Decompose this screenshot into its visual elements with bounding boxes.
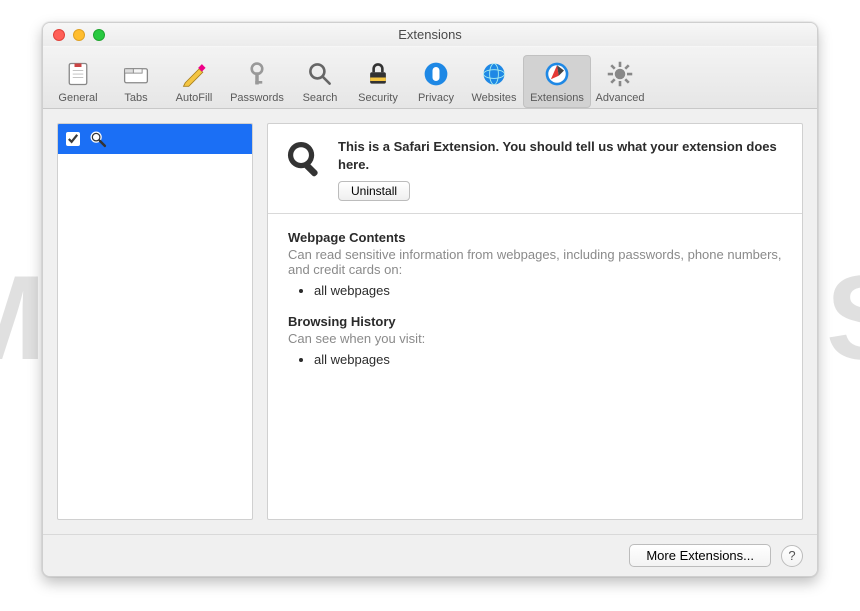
section-title: Webpage Contents (288, 230, 782, 245)
window-titlebar: Extensions (43, 23, 817, 47)
general-icon (63, 59, 93, 89)
search-icon (284, 138, 326, 180)
tab-label: Search (303, 92, 338, 104)
traffic-lights (53, 29, 105, 41)
tab-general[interactable]: General (49, 55, 107, 108)
section-list: all webpages (314, 352, 782, 367)
list-item: all webpages (314, 283, 782, 298)
extension-detail-panel: This is a Safari Extension. You should t… (267, 123, 803, 520)
tab-extensions[interactable]: Extensions (523, 55, 591, 108)
extension-description: This is a Safari Extension. You should t… (338, 138, 786, 173)
extension-enable-checkbox[interactable] (66, 132, 80, 146)
tab-advanced[interactable]: Advanced (591, 55, 649, 108)
tab-label: General (58, 92, 97, 104)
tab-privacy[interactable]: Privacy (407, 55, 465, 108)
help-button[interactable]: ? (781, 545, 803, 567)
tab-tabs[interactable]: Tabs (107, 55, 165, 108)
search-icon (88, 129, 108, 149)
search-icon (305, 59, 335, 89)
preferences-toolbar: General Tabs AutoFill Passwords Search (43, 47, 817, 109)
detail-body: Webpage Contents Can read sensitive info… (268, 214, 802, 399)
advanced-icon (605, 59, 635, 89)
minimize-icon[interactable] (73, 29, 85, 41)
tab-security[interactable]: Security (349, 55, 407, 108)
close-icon[interactable] (53, 29, 65, 41)
tab-websites[interactable]: Websites (465, 55, 523, 108)
list-item: all webpages (314, 352, 782, 367)
window-footer: More Extensions... ? (43, 534, 817, 576)
detail-header: This is a Safari Extension. You should t… (268, 124, 802, 214)
tab-label: Privacy (418, 92, 454, 104)
tab-label: Security (358, 92, 398, 104)
more-extensions-button[interactable]: More Extensions... (629, 544, 771, 567)
sidebar-item-extension[interactable] (58, 124, 252, 154)
content-area: This is a Safari Extension. You should t… (43, 109, 817, 534)
tab-passwords[interactable]: Passwords (223, 55, 291, 108)
section-subtitle: Can see when you visit: (288, 331, 782, 346)
websites-icon (479, 59, 509, 89)
tab-autofill[interactable]: AutoFill (165, 55, 223, 108)
tab-label: Tabs (124, 92, 147, 104)
tab-label: Extensions (530, 92, 584, 104)
autofill-icon (179, 59, 209, 89)
extensions-sidebar (57, 123, 253, 520)
tab-label: AutoFill (176, 92, 213, 104)
section-list: all webpages (314, 283, 782, 298)
section-title: Browsing History (288, 314, 782, 329)
privacy-icon (421, 59, 451, 89)
section-subtitle: Can read sensitive information from webp… (288, 247, 782, 277)
uninstall-button[interactable]: Uninstall (338, 181, 410, 201)
extensions-icon (542, 59, 572, 89)
zoom-icon[interactable] (93, 29, 105, 41)
tabs-icon (121, 59, 151, 89)
window-title: Extensions (398, 27, 462, 42)
tab-label: Advanced (596, 92, 645, 104)
tab-search[interactable]: Search (291, 55, 349, 108)
preferences-window: Extensions General Tabs AutoFill Pa (42, 22, 818, 577)
tab-label: Passwords (230, 92, 284, 104)
security-icon (363, 59, 393, 89)
tab-label: Websites (471, 92, 516, 104)
passwords-icon (242, 59, 272, 89)
